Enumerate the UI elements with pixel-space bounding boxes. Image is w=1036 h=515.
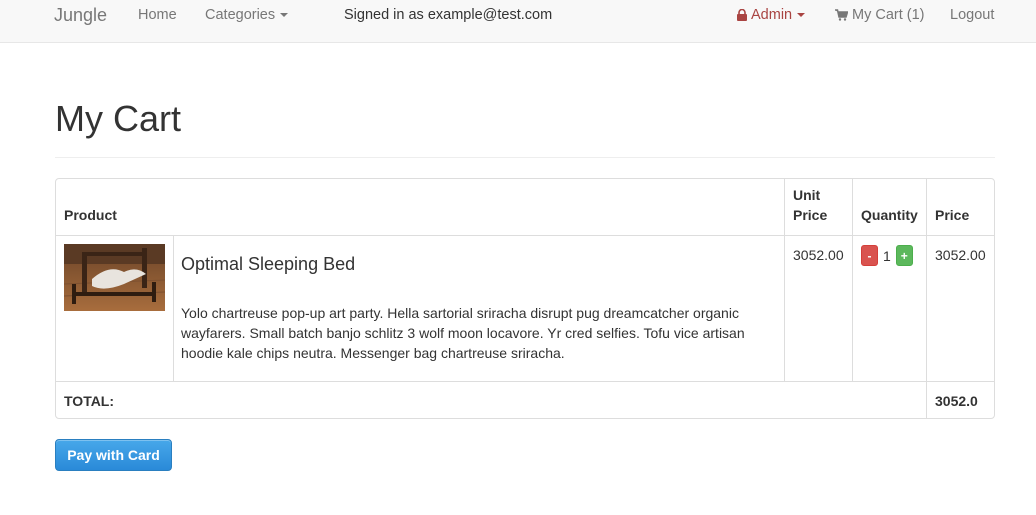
column-divider (926, 382, 927, 418)
header-product: Product (64, 207, 117, 223)
column-divider (173, 236, 174, 381)
quantity-stepper: - 1 + (861, 245, 913, 266)
bed-image (64, 244, 165, 311)
column-divider (784, 179, 785, 235)
column-divider (926, 179, 927, 235)
product-description: Yolo chartreuse pop-up art party. Hella … (181, 305, 745, 361)
increase-quantity-button[interactable]: + (895, 245, 913, 266)
table-row: Optimal Sleeping Bed Yolo chartreuse pop… (56, 236, 994, 382)
nav-admin-label: Admin (751, 7, 793, 23)
header-quantity: Quantity (861, 207, 918, 223)
table-header-row: Product Unit Price Quantity Price (56, 179, 994, 236)
nav-cart-label: My Cart (1) (852, 7, 925, 23)
column-divider (784, 236, 785, 381)
navbar: Jungle Home Categories Signed in as exam… (0, 0, 1036, 43)
total-value: 3052.0 (935, 393, 978, 409)
pay-with-card-button[interactable]: Pay with Card (55, 439, 172, 471)
decrease-quantity-button[interactable]: - (861, 245, 878, 266)
title-divider (55, 157, 995, 158)
total-label: TOTAL: (64, 393, 115, 409)
nav-admin-dropdown[interactable]: Admin (737, 0, 806, 30)
nav-cart-link[interactable]: My Cart (1) (835, 0, 925, 30)
product-thumbnail[interactable] (64, 244, 165, 311)
total-row: TOTAL: 3052.0 (56, 382, 994, 418)
column-divider (852, 236, 853, 381)
header-price: Price (935, 207, 970, 223)
product-name[interactable]: Optimal Sleeping Bed (181, 254, 355, 274)
nav-categories-label: Categories (205, 7, 276, 23)
nav-home[interactable]: Home (138, 0, 177, 30)
nav-logout-link[interactable]: Logout (950, 0, 994, 30)
caret-down-icon (280, 13, 289, 18)
caret-down-icon (797, 13, 806, 18)
cart-table: Product Unit Price Quantity Price Optima… (55, 178, 995, 419)
column-divider (926, 236, 927, 381)
quantity-value: 1 (883, 247, 891, 264)
page-title: My Cart (55, 98, 181, 139)
line-price-value: 3052.00 (935, 247, 986, 263)
unit-price-value: 3052.00 (793, 247, 844, 263)
brand-link[interactable]: Jungle (54, 0, 107, 30)
signed-in-text: Signed in as example@test.com (344, 7, 553, 23)
lock-icon (737, 9, 747, 22)
header-unit-price: Unit Price (793, 187, 828, 223)
shopping-cart-icon (835, 9, 848, 21)
nav-categories-dropdown[interactable]: Categories (205, 0, 289, 30)
